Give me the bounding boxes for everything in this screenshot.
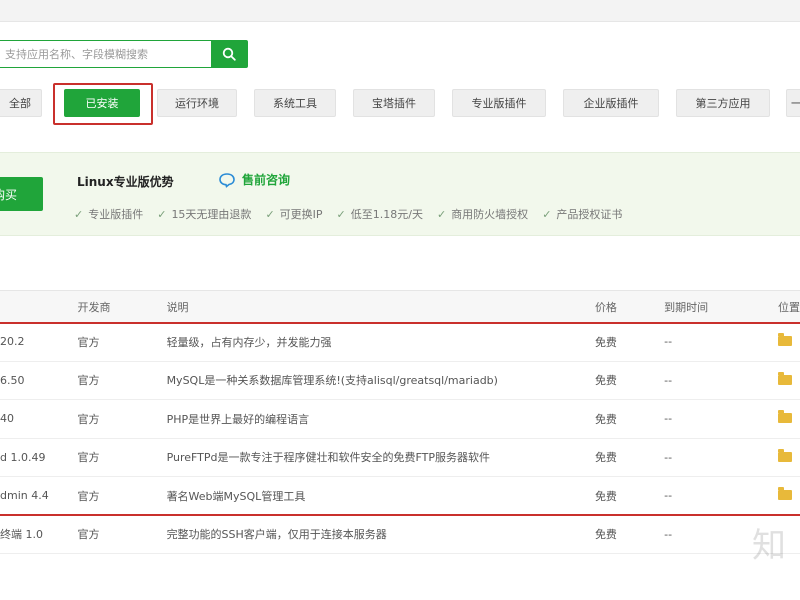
promo-title: Linux专业版优势 bbox=[77, 175, 174, 189]
feature-label: 可更换IP bbox=[279, 208, 323, 221]
feature-item: ✓ 专业版插件 bbox=[74, 206, 143, 222]
feature-label: 产品授权证书 bbox=[556, 208, 623, 221]
feature-label: 商用防火墙授权 bbox=[451, 208, 529, 221]
header-name bbox=[0, 290, 78, 323]
search-button[interactable] bbox=[211, 41, 247, 67]
tab-pro-plugins[interactable]: 专业版插件 bbox=[452, 89, 546, 117]
check-icon: ✓ bbox=[265, 207, 275, 221]
feature-item: ✓ 可更换IP bbox=[265, 206, 322, 222]
header-expire: 到期时间 bbox=[664, 290, 778, 323]
check-icon: ✓ bbox=[542, 207, 552, 221]
feature-label: 专业版插件 bbox=[88, 208, 144, 221]
cell-price: 免费 bbox=[594, 515, 665, 554]
buy-button[interactable]: 购买 bbox=[0, 177, 43, 211]
search-box bbox=[0, 40, 248, 68]
check-icon: ✓ bbox=[336, 207, 346, 221]
tab-bt-plugins[interactable]: 宝塔插件 bbox=[353, 89, 435, 117]
search-input[interactable] bbox=[0, 41, 211, 67]
tab-runtime[interactable]: 运行环境 bbox=[157, 89, 237, 117]
watermark: 知 bbox=[752, 526, 786, 566]
header-developer: 开发商 bbox=[77, 290, 167, 323]
tab-third-party[interactable]: 第三方应用 bbox=[676, 89, 770, 117]
cell-developer: 官方 bbox=[77, 515, 167, 554]
tab-all[interactable]: 全部 bbox=[0, 89, 42, 117]
tab-more[interactable]: 一 bbox=[786, 89, 800, 117]
header-description: 说明 bbox=[166, 290, 595, 323]
table-header-row: 开发商 说明 价格 到期时间 位置 bbox=[0, 290, 800, 323]
feature-item: ✓ 低至1.18元/天 bbox=[337, 206, 423, 222]
installed-tab-highlight bbox=[53, 83, 153, 125]
feature-item: ✓ 15天无理由退款 bbox=[157, 206, 251, 222]
cell-name: 终端 1.0 bbox=[0, 515, 78, 554]
cell-description: 完整功能的SSH客户端，仅用于连接本服务器 bbox=[166, 515, 595, 554]
presale-consult-link[interactable]: 售前咨询 bbox=[218, 171, 290, 188]
presale-consult-label: 售前咨询 bbox=[242, 173, 291, 187]
search-icon bbox=[222, 47, 236, 61]
check-icon: ✓ bbox=[436, 207, 447, 221]
check-icon: ✓ bbox=[74, 207, 84, 221]
tab-system-tools[interactable]: 系统工具 bbox=[254, 89, 336, 117]
header-price: 价格 bbox=[594, 290, 665, 323]
feature-item: ✓ 商用防火墙授权 bbox=[437, 206, 528, 222]
header-position: 位置 bbox=[777, 290, 800, 323]
buy-button-label: 购买 bbox=[0, 187, 18, 202]
chat-icon bbox=[219, 172, 235, 188]
check-icon: ✓ bbox=[157, 207, 167, 221]
promo-banner: 购买 Linux专业版优势 售前咨询 ✓ 专业版插件 ✓ 15天无理由退款 ✓ 可更换… bbox=[0, 152, 800, 236]
feature-list: ✓ 专业版插件 ✓ 15天无理由退款 ✓ 可更换IP ✓ 低至1.18元/天 ✓ 商用防火… bbox=[74, 206, 636, 222]
tab-enterprise-plugins[interactable]: 企业版插件 bbox=[563, 89, 659, 117]
top-bar bbox=[0, 0, 800, 22]
table-row: 终端 1.0 官方 完整功能的SSH客户端，仅用于连接本服务器 免费 -- bbox=[0, 515, 800, 554]
feature-item: ✓ 产品授权证书 bbox=[542, 206, 622, 222]
feature-label: 15天无理由退款 bbox=[171, 208, 252, 221]
installed-rows-highlight bbox=[0, 322, 800, 516]
feature-label: 低至1.18元/天 bbox=[350, 208, 423, 221]
